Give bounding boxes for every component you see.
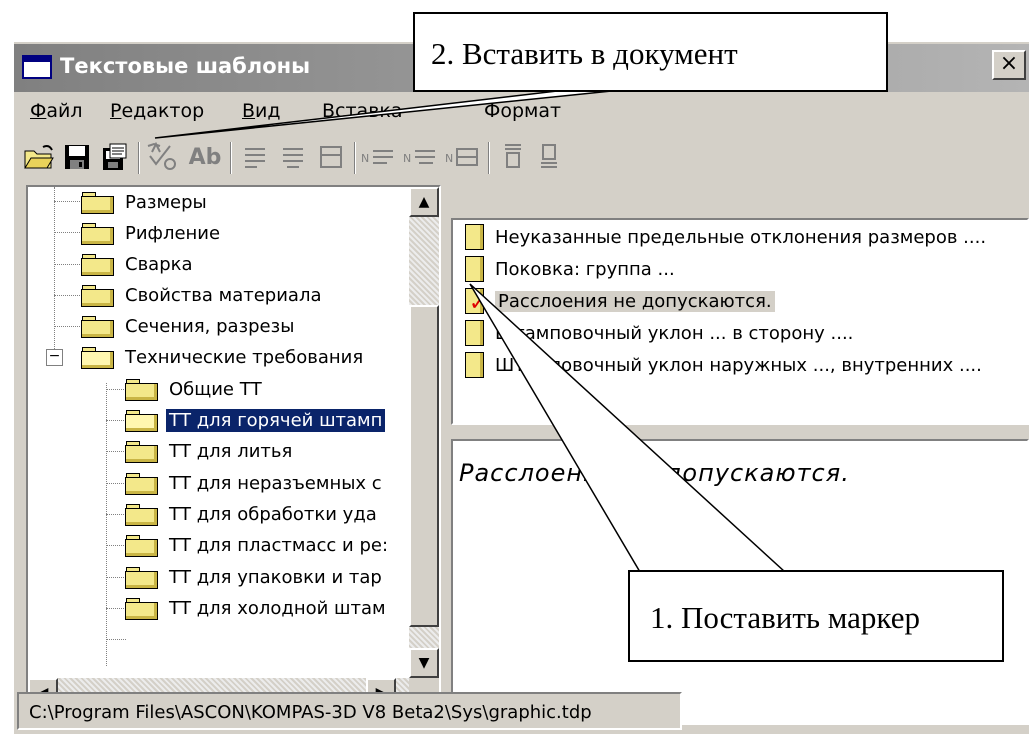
menu-view[interactable]: Вид [242, 100, 281, 122]
tree-item[interactable]: Сварка [80, 249, 196, 279]
svg-text:N: N [361, 152, 369, 165]
svg-text:N: N [445, 152, 453, 165]
document-icon [465, 224, 485, 250]
open-folder-icon [124, 409, 158, 432]
align-top-icon[interactable] [496, 140, 530, 174]
toolbar: Ab N N N [14, 136, 1029, 180]
numbered-right-icon[interactable]: N [444, 140, 482, 174]
template-list[interactable]: Неуказанные предельные отклонения размер… [451, 218, 1029, 425]
folder-icon [124, 534, 158, 557]
tree-item[interactable]: Технические требования [80, 342, 366, 372]
document-icon [465, 256, 485, 282]
list-item[interactable]: Неуказанные предельные отклонения размер… [465, 222, 986, 252]
insert-into-document-icon[interactable] [98, 140, 132, 174]
callout-insert-into-document: 2. Вставить в документ [413, 12, 888, 92]
status-path: C:\Program Files\ASCON\KOMPAS-3D V8 Beta… [17, 692, 682, 730]
tree-vertical-scrollbar[interactable]: ▲ ▼ [409, 187, 439, 678]
folder-icon [124, 472, 158, 495]
font-icon[interactable]: Ab [188, 140, 222, 174]
document-icon: ✓ [465, 288, 487, 315]
category-tree[interactable]: Размеры Рифление Сварка Свойства материа… [26, 185, 441, 710]
preview-text: Расслоения не допускаются. [459, 459, 850, 487]
document-icon [465, 352, 485, 378]
menu-format[interactable]: Формат [484, 100, 561, 122]
align-bottom-icon[interactable] [532, 140, 566, 174]
folder-icon [124, 566, 158, 589]
align-right-icon[interactable] [314, 140, 348, 174]
tree-item[interactable]: Общие ТТ [124, 374, 265, 404]
tree-item[interactable]: ТТ для литья [124, 436, 295, 466]
collapse-expander[interactable]: − [46, 349, 63, 366]
menu-editor[interactable]: Редактор [110, 100, 204, 122]
folder-icon [124, 378, 158, 401]
tree-item[interactable]: Сечения, разрезы [80, 311, 297, 341]
callout-set-marker: 1. Поставить маркер [628, 570, 1004, 662]
scroll-up-icon[interactable]: ▲ [409, 187, 439, 217]
scroll-down-icon[interactable]: ▼ [409, 648, 439, 678]
spellcheck-icon[interactable] [146, 140, 180, 174]
marker-check-icon[interactable]: ✓ [469, 293, 487, 315]
menu-bar: Файл Редактор Вид Вставка Формат [14, 94, 1029, 134]
list-item[interactable]: Поковка: группа ... [465, 254, 675, 284]
tree-item[interactable]: ТТ для обработки уда [124, 499, 380, 529]
menu-insert[interactable]: Вставка [322, 100, 403, 122]
tree-item[interactable]: ТТ для неразъемных с [124, 468, 385, 498]
close-button[interactable]: × [992, 50, 1026, 80]
folder-icon [80, 222, 114, 245]
list-item[interactable]: Штамповочный уклон ... в сторону .... [465, 318, 853, 348]
save-icon[interactable] [60, 140, 94, 174]
tree-item[interactable]: ТТ для холодной штам [124, 593, 389, 623]
tree-item[interactable]: ТТ для упаковки и тар [124, 562, 385, 592]
list-item-marked[interactable]: ✓ Расслоения не допускаются. [465, 286, 775, 316]
menu-file[interactable]: Файл [30, 100, 83, 122]
tree-item[interactable]: Свойства материала [80, 280, 325, 310]
align-left-icon[interactable] [238, 140, 272, 174]
tree-item[interactable]: Рифление [80, 218, 223, 248]
status-bar: C:\Program Files\ASCON\KOMPAS-3D V8 Beta… [0, 690, 1029, 734]
tree-item[interactable]: ТТ для пластмасс и ре: [124, 530, 391, 560]
folder-icon [124, 597, 158, 620]
svg-text:N: N [403, 152, 411, 165]
numbered-center-icon[interactable]: N [402, 140, 440, 174]
tree-item-selected[interactable]: ТТ для горячей штамп [124, 405, 386, 435]
folder-icon [80, 315, 114, 338]
document-icon [465, 320, 485, 346]
tree-item[interactable]: Размеры [80, 187, 210, 217]
folder-icon [80, 253, 114, 276]
list-item[interactable]: Штамповочный уклон наружных ..., внутрен… [465, 350, 982, 380]
app-icon [22, 55, 52, 79]
scroll-thumb[interactable] [409, 305, 439, 627]
window-title: Текстовые шаблоны [60, 54, 311, 78]
align-center-icon[interactable] [276, 140, 310, 174]
open-folder-icon [80, 346, 114, 369]
folder-icon [80, 191, 114, 214]
folder-icon [124, 440, 158, 463]
folder-icon [124, 503, 158, 526]
folder-icon [80, 284, 114, 307]
open-folder-icon[interactable] [22, 140, 56, 174]
numbered-left-icon[interactable]: N [360, 140, 398, 174]
